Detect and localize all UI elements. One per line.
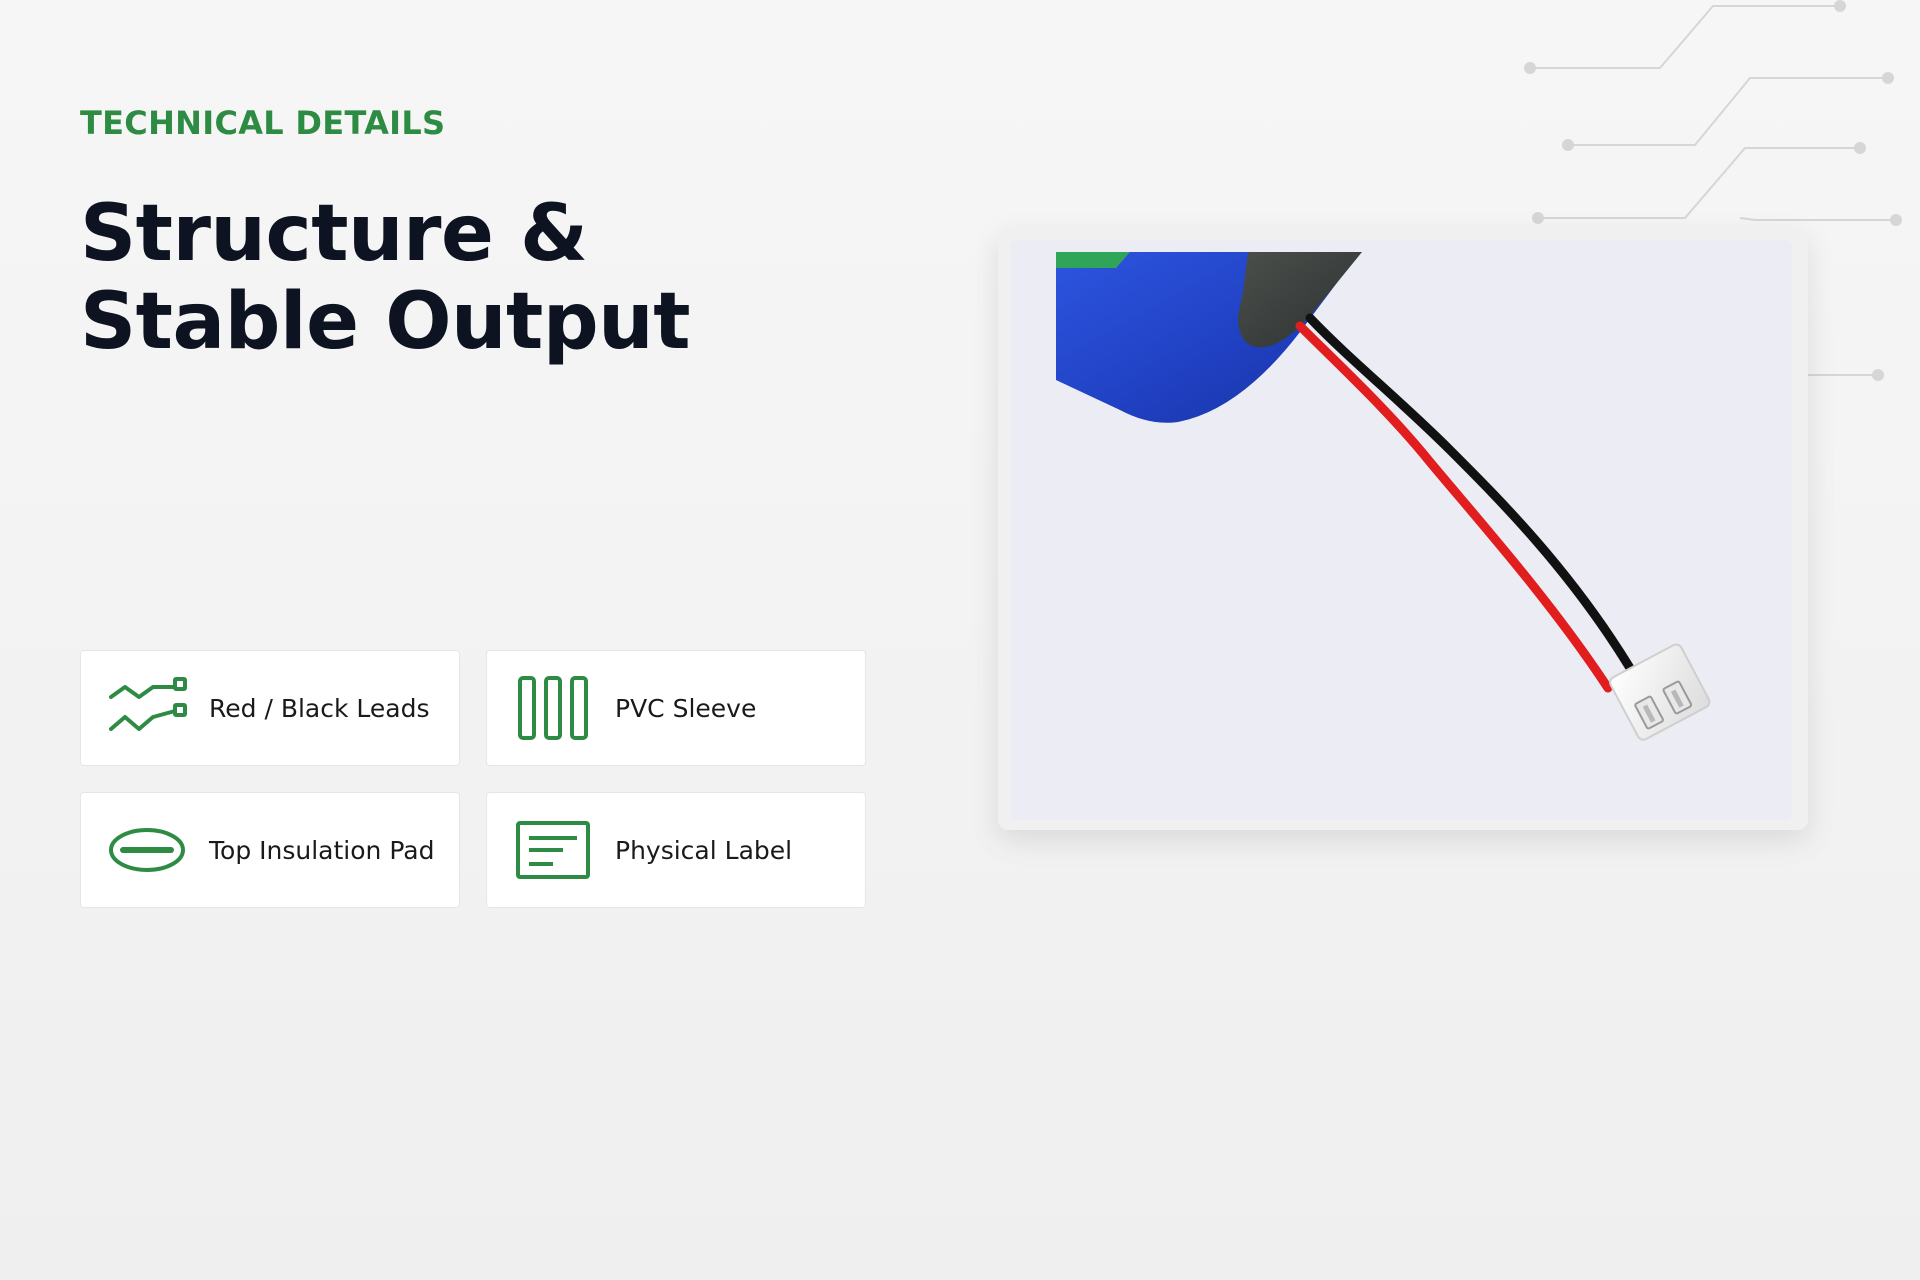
title-line-2: Stable Output — [80, 277, 691, 367]
feature-card-leads: Red / Black Leads — [80, 650, 460, 766]
battery-with-connector-illustration — [1056, 252, 1711, 741]
feature-label: Top Insulation Pad — [209, 835, 435, 865]
sleeve-icon — [513, 673, 593, 743]
feature-label: Red / Black Leads — [209, 693, 430, 723]
product-photo — [1010, 240, 1792, 820]
page-title: Structure & Stable Output — [80, 189, 691, 367]
feature-card-sleeve: PVC Sleeve — [486, 650, 866, 766]
label-icon — [513, 815, 593, 885]
section-eyebrow: TECHNICAL DETAILS — [80, 104, 446, 142]
feature-grid: Red / Black Leads PVC Sleeve Top Insulat… — [80, 650, 866, 908]
insulation-pad-icon — [107, 815, 187, 885]
wire-leads-icon — [107, 673, 187, 743]
feature-card-insulation: Top Insulation Pad — [80, 792, 460, 908]
title-line-1: Structure & — [80, 189, 588, 279]
feature-card-label: Physical Label — [486, 792, 866, 908]
feature-label: PVC Sleeve — [615, 693, 757, 723]
feature-label: Physical Label — [615, 835, 793, 865]
